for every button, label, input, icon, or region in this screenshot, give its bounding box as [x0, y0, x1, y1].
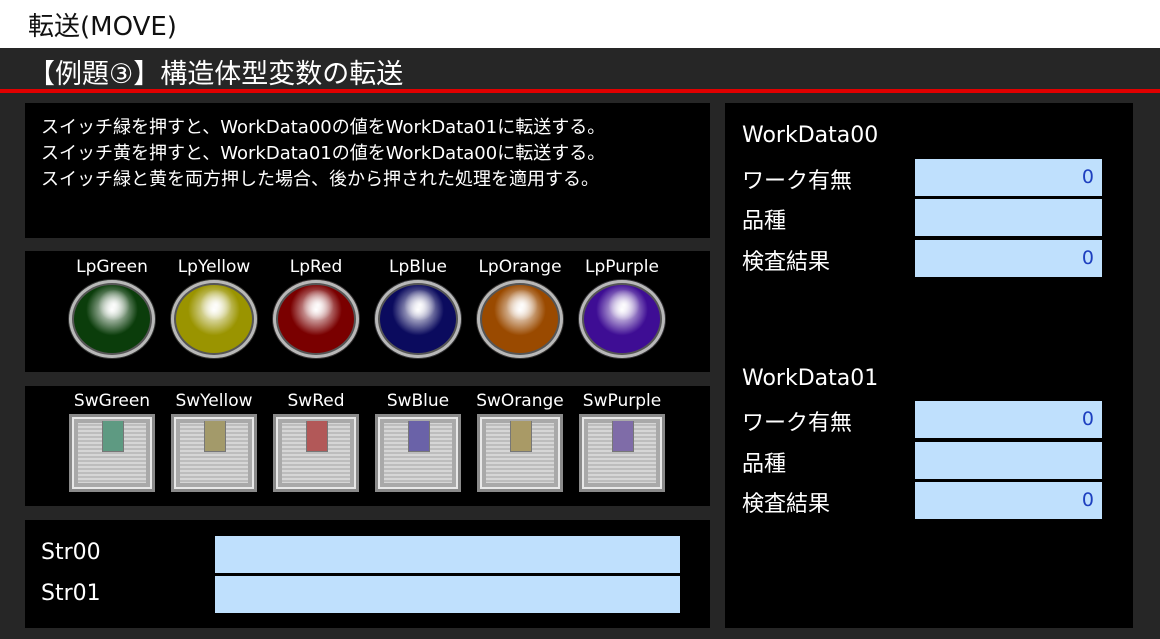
workdata00-result-label: 検査結果 — [742, 250, 831, 275]
lamp-label-purple: LpPurple — [585, 257, 659, 277]
lamp-red — [273, 280, 359, 358]
workdata01-work-field[interactable]: 0 — [915, 401, 1102, 438]
switch-label-blue: SwBlue — [386, 391, 450, 411]
workdata-panel: WorkData00 ワーク有無 0 品種 検査結果 0 WorkData01 … — [725, 103, 1133, 628]
lamp-orange — [477, 280, 563, 358]
lamp-blue — [375, 280, 461, 358]
example-title: 【例題③】構造体型変数の転送 — [28, 59, 404, 90]
workdata00-work-label: ワーク有無 — [742, 169, 853, 194]
lamp-label-orange: LpOrange — [478, 257, 562, 277]
workdata00-result-field[interactable]: 0 — [915, 240, 1102, 277]
switch-panel: SwGreen SwYellow SwRed SwBlue SwOrange S… — [25, 386, 710, 506]
switch-red-button[interactable] — [273, 414, 359, 492]
string-panel: Str00 Str01 — [25, 520, 710, 628]
switch-orange-button[interactable] — [477, 414, 563, 492]
lamp-label-red: LpRed — [289, 257, 343, 277]
workdata01-work-label: ワーク有無 — [742, 411, 853, 436]
switch-label-orange: SwOrange — [476, 391, 564, 411]
str01-label: Str01 — [41, 581, 101, 606]
switch-label-green: SwGreen — [73, 391, 151, 411]
workdata00-type-field[interactable] — [915, 199, 1102, 236]
workdata01-result-field[interactable]: 0 — [915, 482, 1102, 519]
workdata00-title: WorkData00 — [742, 123, 879, 148]
switch-label-red: SwRed — [287, 391, 345, 411]
switch-label-purple: SwPurple — [582, 391, 662, 411]
lamp-label-yellow: LpYellow — [177, 257, 251, 277]
description-line-2: スイッチ黄を押すと、WorkData01の値をWorkData00に転送する。 — [41, 143, 606, 164]
str00-label: Str00 — [41, 540, 101, 565]
description-line-3: スイッチ緑と黄を両方押した場合、後から押された処理を適用する。 — [41, 169, 599, 190]
workdata01-type-label: 品種 — [742, 452, 787, 477]
switch-label-yellow: SwYellow — [175, 391, 253, 411]
description-line-1: スイッチ緑を押すと、WorkData00の値をWorkData01に転送する。 — [41, 117, 606, 138]
description-panel: スイッチ緑を押すと、WorkData00の値をWorkData01に転送する。 … — [25, 103, 710, 238]
page-title: 転送(MOVE) — [28, 12, 177, 42]
workdata00-type-label: 品種 — [742, 209, 787, 234]
lamp-label-green: LpGreen — [76, 257, 148, 277]
str00-field[interactable] — [215, 536, 680, 573]
switch-purple-button[interactable] — [579, 414, 665, 492]
lamp-panel: LpGreen LpYellow LpRed LpBlue LpOrange L… — [25, 251, 710, 372]
workdata01-type-field[interactable] — [915, 442, 1102, 479]
workdata01-result-label: 検査結果 — [742, 492, 831, 517]
workdata00-work-field[interactable]: 0 — [915, 159, 1102, 196]
switch-green-button[interactable] — [69, 414, 155, 492]
lamp-label-blue: LpBlue — [389, 257, 447, 277]
switch-blue-button[interactable] — [375, 414, 461, 492]
lamp-green — [69, 280, 155, 358]
page-header: 転送(MOVE) — [0, 0, 1160, 48]
example-banner: 【例題③】構造体型変数の転送 — [0, 48, 1160, 90]
workdata01-title: WorkData01 — [742, 366, 879, 391]
banner-divider — [0, 89, 1160, 93]
switch-yellow-button[interactable] — [171, 414, 257, 492]
lamp-purple — [579, 280, 665, 358]
lamp-yellow — [171, 280, 257, 358]
str01-field[interactable] — [215, 576, 680, 613]
